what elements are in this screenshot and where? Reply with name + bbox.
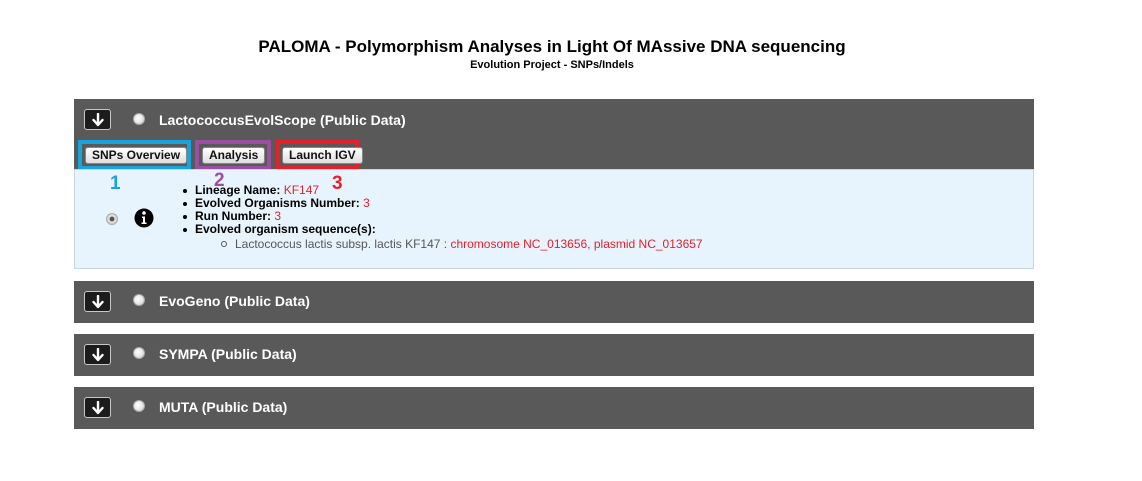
- step-number-1: 1: [110, 173, 121, 194]
- snps-overview-button[interactable]: SNPs Overview: [85, 147, 188, 164]
- panel-radio[interactable]: [133, 113, 145, 125]
- expand-button[interactable]: [84, 397, 111, 418]
- expand-button[interactable]: [84, 344, 111, 365]
- panel-radio[interactable]: [133, 294, 145, 306]
- organisms-value: 3: [363, 196, 370, 210]
- panel-title: EvoGeno (Public Data): [159, 293, 310, 309]
- launch-igv-button[interactable]: Launch IGV: [282, 147, 363, 164]
- panel-title: MUTA (Public Data): [159, 399, 288, 415]
- expand-button[interactable]: [84, 291, 111, 312]
- analysis-button[interactable]: Analysis: [202, 147, 266, 164]
- arrow-down-icon: [91, 112, 104, 126]
- lineage-radio[interactable]: [106, 213, 118, 225]
- panel-radio[interactable]: [133, 347, 145, 359]
- sequence-item: Lactococcus lactis subsp. lactis KF147 :…: [221, 236, 703, 252]
- panel-evogeno: EvoGeno (Public Data): [74, 281, 1034, 323]
- panel-sympa: SYMPA (Public Data): [74, 334, 1034, 376]
- page-title: PALOMA - Polymorphism Analyses in Light …: [258, 37, 846, 56]
- panel-radio[interactable]: [133, 400, 145, 412]
- panel-lactococcus: LactococcusEvolScope (Public Data) SNPs …: [74, 99, 1034, 170]
- lineage-info-list: Lineage Name: KF147 Evolved Organisms Nu…: [183, 184, 703, 252]
- list-item: Evolved organism sequence(s): Lactococcu…: [183, 223, 703, 252]
- organisms-label: Evolved Organisms Number:: [195, 196, 360, 210]
- arrow-down-icon: [91, 347, 104, 361]
- arrow-down-icon: [91, 294, 104, 308]
- lineage-label: Lineage Name:: [195, 183, 281, 197]
- info-icon[interactable]: [134, 208, 154, 228]
- sequences-label: Evolved organism sequence(s):: [195, 222, 376, 236]
- step-number-3: 3: [332, 173, 343, 194]
- lineage-value[interactable]: KF147: [284, 183, 319, 197]
- sequence-sublist: Lactococcus lactis subsp. lactis KF147 :…: [195, 236, 703, 252]
- arrow-down-icon: [91, 400, 104, 414]
- sequence-name: Lactococcus lactis subsp. lactis KF147 :: [235, 237, 448, 251]
- expand-button[interactable]: [84, 109, 111, 130]
- panel-title: LactococcusEvolScope (Public Data): [159, 112, 406, 128]
- panel-muta: MUTA (Public Data): [74, 387, 1034, 429]
- sequence-links[interactable]: chromosome NC_013656, plasmid NC_013657: [450, 237, 702, 251]
- page-subtitle: Evolution Project - SNPs/Indels: [470, 59, 634, 71]
- panel-title: SYMPA (Public Data): [159, 346, 297, 362]
- run-label: Run Number:: [195, 209, 271, 223]
- run-value: 3: [274, 209, 282, 223]
- step-number-2: 2: [214, 170, 225, 191]
